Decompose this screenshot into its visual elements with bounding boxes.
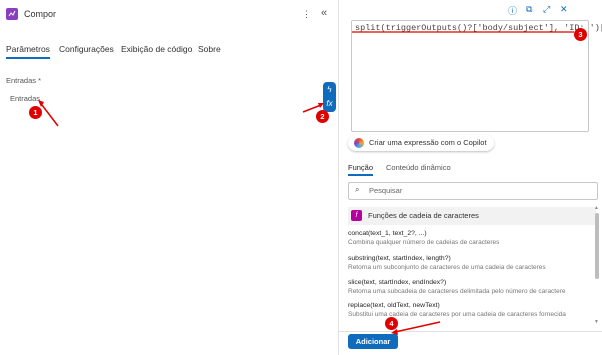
expression-text: split(triggerOutputs()?['body/subject'],… bbox=[355, 23, 602, 33]
inputs-label: Entradas * bbox=[6, 76, 42, 85]
expression-panel: ⓘ ⧉ ⤢ ✕ split(triggerOutputs()?['body/su… bbox=[339, 0, 602, 355]
search-placeholder: Pesquisar bbox=[369, 186, 403, 195]
category-label: Funções de cadeia de caracteres bbox=[368, 211, 479, 220]
copilot-icon bbox=[354, 138, 364, 148]
add-button[interactable]: Adicionar bbox=[348, 334, 398, 349]
compose-action-icon bbox=[6, 8, 18, 20]
expression-fx-icon[interactable]: fx bbox=[325, 98, 334, 110]
tab-code-view[interactable]: Exibição de código bbox=[121, 44, 192, 54]
footer-divider bbox=[339, 331, 602, 332]
tab-parameters[interactable]: Parâmetros bbox=[6, 44, 50, 59]
search-icon: ⌕ bbox=[355, 185, 360, 194]
function-description: Retorna um subconjunto de caracteres de … bbox=[348, 264, 546, 271]
function-category-icon: f bbox=[351, 210, 362, 221]
tab-about[interactable]: Sobre bbox=[198, 44, 221, 54]
copilot-label: Criar uma expressão com o Copilot bbox=[369, 138, 487, 147]
function-description: Combina qualquer número de cadeias de ca… bbox=[348, 239, 500, 246]
collapse-panel-icon[interactable]: « bbox=[321, 7, 327, 19]
expression-panel-toolbar: ⓘ ⧉ ⤢ ✕ bbox=[339, 0, 602, 18]
function-item-replace[interactable]: replace(text, oldText, newText) Substitu… bbox=[348, 302, 588, 322]
tab-settings[interactable]: Configurações bbox=[59, 44, 114, 54]
tab-dynamic-content[interactable]: Conteúdo dinâmico bbox=[386, 163, 451, 172]
scroll-down-icon[interactable]: ▼ bbox=[594, 319, 599, 325]
function-description: Retorna uma subcadeia de caracteres deli… bbox=[348, 288, 566, 295]
inputs-placeholder: Entradas bbox=[10, 94, 41, 103]
action-title: Compor bbox=[24, 9, 57, 19]
function-list-scrollbar[interactable]: ▲ ▼ bbox=[594, 205, 599, 327]
function-search[interactable]: ⌕ Pesquisar bbox=[348, 182, 598, 200]
scroll-up-icon[interactable]: ▲ bbox=[594, 205, 599, 211]
annotation-badge-3: 3 bbox=[574, 28, 587, 41]
category-string-functions[interactable]: f Funções de cadeia de caracteres bbox=[348, 207, 596, 225]
more-options-icon[interactable]: ⋮ bbox=[302, 9, 311, 20]
function-signature: slice(text, startIndex, endIndex?) bbox=[348, 279, 447, 286]
annotation-badge-4: 4 bbox=[385, 317, 398, 330]
function-item-slice[interactable]: slice(text, startIndex, endIndex?) Retor… bbox=[348, 279, 588, 299]
action-config-panel: Compor ⋮ « Parâmetros Configurações Exib… bbox=[0, 0, 338, 355]
function-item-concat[interactable]: concat(text_1, text_2?, ...) Combina qua… bbox=[348, 230, 588, 250]
info-icon[interactable]: ⓘ bbox=[508, 4, 517, 17]
config-tabs: Parâmetros Configurações Exibição de cód… bbox=[0, 44, 338, 62]
insert-toolbar: ϟ fx bbox=[323, 82, 336, 112]
close-icon[interactable]: ✕ bbox=[560, 4, 568, 15]
copy-icon[interactable]: ⧉ bbox=[526, 4, 532, 15]
scroll-thumb[interactable] bbox=[595, 213, 599, 279]
annotation-badge-1: 1 bbox=[29, 106, 42, 119]
inputs-field[interactable]: Entradas bbox=[6, 90, 316, 108]
function-signature: concat(text_1, text_2?, ...) bbox=[348, 230, 427, 237]
function-item-substring[interactable]: substring(text, startIndex, length?) Ret… bbox=[348, 255, 588, 275]
function-signature: substring(text, startIndex, length?) bbox=[348, 255, 451, 262]
annotation-badge-2: 2 bbox=[316, 110, 329, 123]
tab-function[interactable]: Função bbox=[348, 163, 374, 176]
dynamic-content-icon[interactable]: ϟ bbox=[325, 84, 334, 96]
copilot-expression-button[interactable]: Criar uma expressão com o Copilot bbox=[348, 135, 494, 151]
function-signature: replace(text, oldText, newText) bbox=[348, 302, 440, 309]
expression-editor[interactable]: split(triggerOutputs()?['body/subject'],… bbox=[351, 20, 602, 132]
panel-header: Compor ⋮ « bbox=[0, 0, 338, 30]
expand-icon[interactable]: ⤢ bbox=[543, 4, 550, 15]
function-description: Substitui uma cadeia de caracteres por u… bbox=[348, 311, 566, 318]
